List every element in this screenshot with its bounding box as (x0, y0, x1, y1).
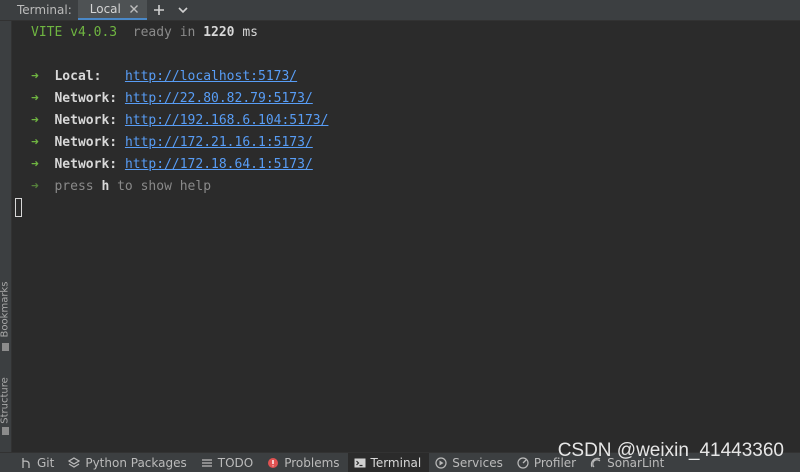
services-tool-button[interactable]: Services (429, 453, 511, 472)
plus-icon (153, 5, 164, 15)
bookmarks-tool-label[interactable]: Bookmarks (0, 275, 11, 345)
help-hint-line: ➜ press h to show help (31, 176, 211, 198)
terminal-cursor[interactable] (15, 198, 22, 217)
vite-version: VITE v4.0.3 (31, 25, 118, 40)
git-icon (20, 457, 32, 469)
todo-label: TODO (217, 456, 254, 470)
server-label: Network: (54, 91, 118, 106)
server-url-link[interactable]: http://192.168.6.104:5173/ (125, 113, 329, 128)
watermark: CSDN @weixin_41443360 (557, 440, 784, 461)
services-label: Services (452, 456, 503, 470)
python-packages-label: Python Packages (85, 456, 187, 470)
arrow-icon: ➜ (31, 179, 39, 194)
tab-local-label: Local (89, 2, 121, 16)
server-url-link[interactable]: http://172.18.64.1:5173/ (125, 157, 313, 172)
help-suffix: to show help (117, 179, 212, 194)
structure-tool-label[interactable]: Structure (0, 366, 11, 436)
todo-tool-button[interactable]: TODO (195, 453, 261, 472)
git-label: Git (37, 456, 55, 470)
python-packages-tool-button[interactable]: Python Packages (62, 453, 194, 472)
tab-menu-button[interactable] (171, 0, 195, 20)
new-tab-button[interactable] (147, 0, 171, 20)
ready-ms-unit: ms (242, 25, 258, 40)
server-line-network: ➜ Network: http://22.80.82.79:5173/ (31, 88, 313, 110)
left-tool-strip: Bookmarks Structure (0, 21, 12, 452)
server-label: Network: (54, 113, 118, 128)
ide-window: Terminal: Local Bookmarks Structure VITE… (0, 0, 800, 472)
ready-ms-value: 1220 (203, 25, 235, 40)
list-icon (201, 457, 213, 469)
server-url-link[interactable]: http://22.80.82.79:5173/ (125, 91, 313, 106)
server-line-network: ➜ Network: http://172.18.64.1:5173/ (31, 154, 313, 176)
profiler-icon (517, 457, 529, 469)
layers-icon (68, 457, 81, 469)
server-label: Network: (54, 135, 118, 150)
terminal-title: Terminal: (17, 3, 72, 17)
terminal-icon (354, 457, 366, 469)
help-key: h (101, 179, 110, 194)
problems-label: Problems (284, 456, 340, 470)
arrow-icon: ➜ (31, 135, 39, 150)
arrow-icon: ➜ (31, 157, 39, 172)
arrow-icon: ➜ (31, 113, 39, 128)
server-line-network: ➜ Network: http://192.168.6.104:5173/ (31, 110, 328, 132)
chevron-down-icon (178, 7, 188, 14)
server-line-local: ➜ Local: http://localhost:5173/ (31, 66, 297, 88)
tab-local[interactable]: Local (77, 0, 147, 20)
error-icon (267, 457, 279, 469)
arrow-icon: ➜ (31, 69, 39, 84)
structure-icon[interactable] (2, 427, 9, 435)
server-label: Local: (54, 69, 102, 84)
server-url-link[interactable]: http://localhost:5173/ (125, 69, 297, 84)
server-line-network: ➜ Network: http://172.21.16.1:5173/ (31, 132, 313, 154)
help-prefix: press (54, 179, 94, 194)
terminal-output[interactable]: VITE v4.0.3 ready in 1220 ms ➜ Local: ht… (12, 21, 800, 452)
services-icon (435, 457, 447, 469)
ready-text: ready in (132, 25, 196, 40)
problems-tool-button[interactable]: Problems (261, 453, 347, 472)
arrow-icon: ➜ (31, 91, 39, 106)
terminal-label: Terminal (370, 456, 422, 470)
vite-banner-line: VITE v4.0.3 ready in 1220 ms (31, 22, 258, 44)
close-icon[interactable] (129, 4, 139, 14)
bookmark-icon[interactable] (2, 343, 9, 351)
git-tool-button[interactable]: Git (0, 453, 62, 472)
terminal-tab-bar: Terminal: Local (0, 0, 800, 21)
server-url-link[interactable]: http://172.21.16.1:5173/ (125, 135, 313, 150)
server-label: Network: (54, 157, 118, 172)
terminal-tool-button[interactable]: Terminal (347, 453, 430, 472)
